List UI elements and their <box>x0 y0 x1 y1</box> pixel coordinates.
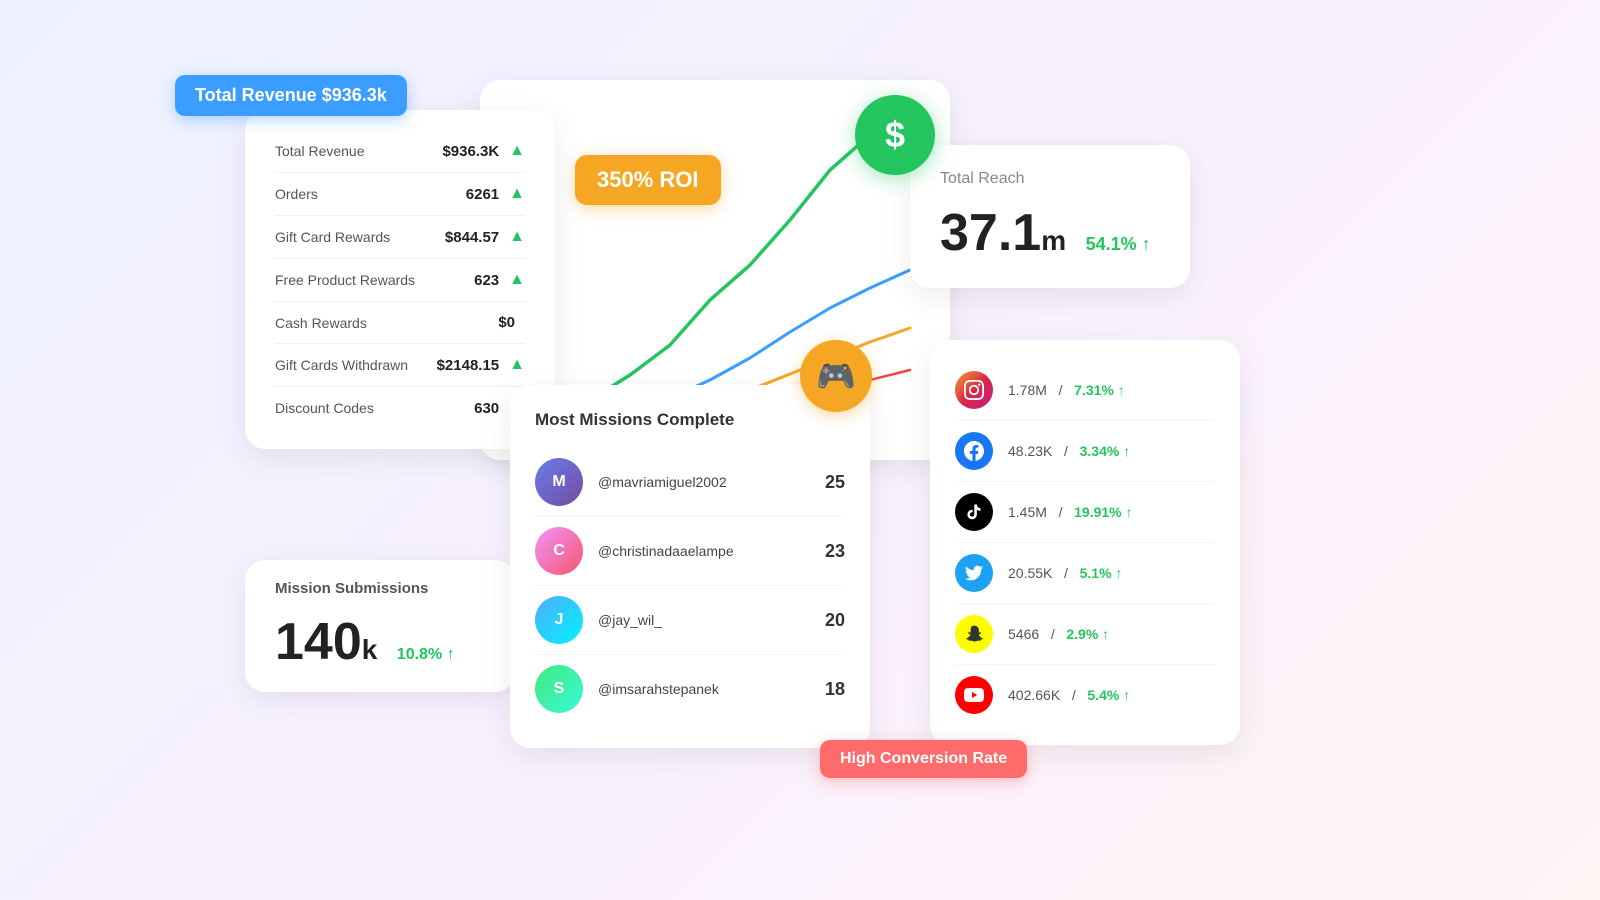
social-row-youtube: 402.66K / 5.4% ↑ <box>955 665 1215 725</box>
missions-card-title: Most Missions Complete <box>535 410 845 430</box>
arrow-revenue: ▲ <box>509 142 525 160</box>
social-row-instagram: 1.78M / 7.31% ↑ <box>955 360 1215 421</box>
stats-label-revenue: Total Revenue <box>275 143 442 159</box>
snapchat-stats: 5466 / 2.9% ↑ <box>1008 626 1215 642</box>
facebook-stats: 48.23K / 3.34% ↑ <box>1008 443 1215 459</box>
stats-row-withdrawn: Gift Cards Withdrawn $2148.15 ▲ <box>275 344 525 387</box>
stats-value-giftcard: $844.57 <box>445 229 499 246</box>
twitter-icon <box>955 554 993 592</box>
dollar-icon-circle: $ <box>855 95 935 175</box>
mission-username-0: @mavriamiguel2002 <box>598 474 825 490</box>
total-reach-percent: 54.1% ↑ <box>1086 234 1151 254</box>
game-controller-icon: 🎮 <box>816 357 856 395</box>
stats-label-giftcard: Gift Card Rewards <box>275 229 445 245</box>
mission-username-2: @jay_wil_ <box>598 612 825 628</box>
stats-row-orders: Orders 6261 ▲ <box>275 173 525 216</box>
total-reach-value: 37.1m 54.1% ↑ <box>940 203 1160 263</box>
arrow-withdrawn: ▲ <box>509 356 525 374</box>
social-row-tiktok: 1.45M / 19.91% ↑ <box>955 482 1215 543</box>
total-revenue-badge: Total Revenue $936.3k <box>175 75 407 116</box>
stats-value-discount: 630 <box>474 400 499 417</box>
mission-item-2: J @jay_wil_ 20 <box>535 586 845 655</box>
stats-value-orders: 6261 <box>466 186 499 203</box>
social-card: 1.78M / 7.31% ↑ 48.23K / 3.34% ↑ 1.45M /… <box>930 340 1240 745</box>
mission-count-0: 25 <box>825 472 845 493</box>
tiktok-icon <box>955 493 993 531</box>
stats-value-withdrawn: $2148.15 <box>437 357 500 374</box>
mission-item-3: S @imsarahstepanek 18 <box>535 655 845 723</box>
mission-item-1: C @christinadaaelampe 23 <box>535 517 845 586</box>
stats-label-freeproduct: Free Product Rewards <box>275 272 474 288</box>
stats-label-withdrawn: Gift Cards Withdrawn <box>275 357 437 373</box>
stats-label-discount: Discount Codes <box>275 400 474 416</box>
tiktok-stats: 1.45M / 19.91% ↑ <box>1008 504 1215 520</box>
arrow-giftcard: ▲ <box>509 228 525 246</box>
mission-count-1: 23 <box>825 541 845 562</box>
social-row-facebook: 48.23K / 3.34% ↑ <box>955 421 1215 482</box>
arrow-freeproduct: ▲ <box>509 271 525 289</box>
dashboard: Total Revenue $936.3k Total Revenue $936… <box>0 0 1600 900</box>
stats-value-cash: $0 <box>498 314 515 331</box>
roi-badge: 350% ROI <box>575 155 721 205</box>
mission-avatar-0: M <box>535 458 583 506</box>
mission-avatar-1: C <box>535 527 583 575</box>
total-reach-title: Total Reach <box>940 170 1160 188</box>
stats-label-cash: Cash Rewards <box>275 315 498 331</box>
game-controller-badge: 🎮 <box>800 340 872 412</box>
mission-count-2: 20 <box>825 610 845 631</box>
mission-username-1: @christinadaaelampe <box>598 543 825 559</box>
snapchat-icon <box>955 615 993 653</box>
mission-submissions-card: Mission Submissions 140k 10.8% ↑ <box>245 560 515 692</box>
stats-label-orders: Orders <box>275 186 466 202</box>
instagram-stats: 1.78M / 7.31% ↑ <box>1008 382 1215 398</box>
mission-avatar-3: S <box>535 665 583 713</box>
stats-row-discount: Discount Codes 630 ▲ <box>275 387 525 429</box>
mission-avatar-2: J <box>535 596 583 644</box>
stats-row-cash: Cash Rewards $0 <box>275 302 525 344</box>
mission-submissions-title: Mission Submissions <box>275 580 485 597</box>
stats-value-revenue: $936.3K <box>442 143 499 160</box>
mission-count-3: 18 <box>825 679 845 700</box>
youtube-stats: 402.66K / 5.4% ↑ <box>1008 687 1215 703</box>
missions-card: Most Missions Complete M @mavriamiguel20… <box>510 385 870 748</box>
stats-value-freeproduct: 623 <box>474 272 499 289</box>
stats-row-giftcard: Gift Card Rewards $844.57 ▲ <box>275 216 525 259</box>
mission-username-3: @imsarahstepanek <box>598 681 825 697</box>
twitter-stats: 20.55K / 5.1% ↑ <box>1008 565 1215 581</box>
youtube-icon <box>955 676 993 714</box>
total-reach-card: Total Reach 37.1m 54.1% ↑ <box>910 145 1190 288</box>
stats-card: Total Revenue $936.3K ▲ Orders 6261 ▲ Gi… <box>245 110 555 449</box>
arrow-orders: ▲ <box>509 185 525 203</box>
social-row-twitter: 20.55K / 5.1% ↑ <box>955 543 1215 604</box>
stats-row-freeproduct: Free Product Rewards 623 ▲ <box>275 259 525 302</box>
high-conversion-badge: High Conversion Rate <box>820 740 1027 778</box>
stats-row-revenue: Total Revenue $936.3K ▲ <box>275 130 525 173</box>
mission-submissions-percent: 10.8% ↑ <box>397 646 455 663</box>
instagram-icon <box>955 371 993 409</box>
mission-item-0: M @mavriamiguel2002 25 <box>535 448 845 517</box>
dollar-sign-icon: $ <box>885 114 905 156</box>
social-row-snapchat: 5466 / 2.9% ↑ <box>955 604 1215 665</box>
mission-submissions-value: 140k 10.8% ↑ <box>275 612 485 672</box>
facebook-icon <box>955 432 993 470</box>
